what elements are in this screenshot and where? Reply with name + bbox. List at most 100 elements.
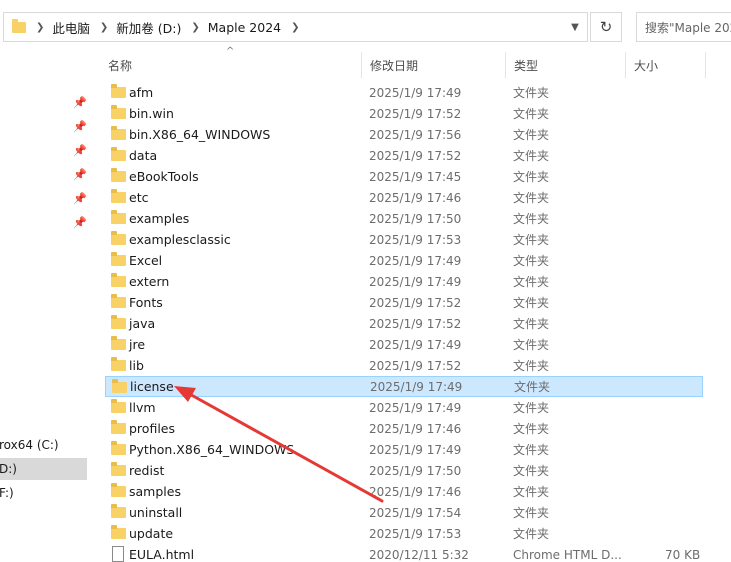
file-type: 文件夹 <box>513 506 550 520</box>
list-item[interactable]: update 2025/1/9 17:53 文件夹 <box>105 523 703 544</box>
pin-icon[interactable]: 📌 <box>73 216 87 229</box>
file-name: uninstall <box>129 505 183 520</box>
folder-icon <box>111 231 126 245</box>
list-item[interactable]: profiles 2025/1/9 17:46 文件夹 <box>105 418 703 439</box>
nav-item-drive-c[interactable]: rox64 (C:) <box>0 434 87 456</box>
file-name: update <box>129 526 174 541</box>
folder-icon <box>111 126 126 140</box>
nav-item-label: F:) <box>0 486 14 500</box>
address-bar[interactable]: ❯ 此电脑 ❯ 新加卷 (D:) ❯ Maple 2024 ❯ ▼ <box>3 12 588 42</box>
file-modified-date: 2025/1/9 17:52 <box>369 358 462 373</box>
list-item[interactable]: afm 2025/1/9 17:49 文件夹 <box>105 82 703 103</box>
chevron-right-icon[interactable]: ❯ <box>191 22 199 33</box>
column-header-size[interactable]: 大小 <box>626 52 706 78</box>
file-modified-date: 2025/1/9 17:52 <box>369 295 462 310</box>
file-type: 文件夹 <box>513 233 550 247</box>
file-name: lib <box>129 358 144 373</box>
list-item[interactable]: EULA.html 2020/12/11 5:32 Chrome HTML D...… <box>105 544 703 562</box>
folder-icon <box>112 379 127 393</box>
folder-icon <box>111 168 126 182</box>
file-name: profiles <box>129 421 175 436</box>
file-modified-date: 2020/12/11 5:32 <box>369 547 469 562</box>
pin-icon[interactable]: 📌 <box>73 168 87 181</box>
file-name: Fonts <box>129 295 163 310</box>
chevron-right-icon[interactable]: ❯ <box>291 22 299 33</box>
list-item[interactable]: jre 2025/1/9 17:49 文件夹 <box>105 334 703 355</box>
folder-icon <box>111 210 126 224</box>
list-item[interactable]: samples 2025/1/9 17:46 文件夹 <box>105 481 703 502</box>
file-modified-date: 2025/1/9 17:53 <box>369 526 462 541</box>
list-item-selected[interactable]: license 2025/1/9 17:49 文件夹 <box>105 376 703 397</box>
file-name: etc <box>129 190 149 205</box>
file-type: 文件夹 <box>513 275 550 289</box>
file-modified-date: 2025/1/9 17:46 <box>369 190 462 205</box>
breadcrumb-drive-d[interactable]: 新加卷 (D:) <box>116 18 181 37</box>
list-item[interactable]: examplesclassic 2025/1/9 17:53 文件夹 <box>105 229 703 250</box>
file-type: 文件夹 <box>513 338 550 352</box>
list-item[interactable]: redist 2025/1/9 17:50 文件夹 <box>105 460 703 481</box>
chevron-down-icon: ▼ <box>571 21 579 33</box>
file-type: 文件夹 <box>514 380 551 394</box>
breadcrumb-maple-2024[interactable]: Maple 2024 <box>208 20 281 35</box>
nav-item-label: D:) <box>0 462 17 476</box>
nav-item-drive-f[interactable]: F:) <box>0 482 87 504</box>
file-type: 文件夹 <box>513 107 550 121</box>
list-item[interactable]: Fonts 2025/1/9 17:52 文件夹 <box>105 292 703 313</box>
file-name: bin.win <box>129 106 174 121</box>
column-header-label: 大小 <box>634 58 659 73</box>
file-name: EULA.html <box>129 547 195 562</box>
file-name: afm <box>129 85 154 100</box>
file-name: examples <box>129 211 190 226</box>
list-item[interactable]: Python.X86_64_WINDOWS 2025/1/9 17:49 文件夹 <box>105 439 703 460</box>
file-modified-date: 2025/1/9 17:46 <box>369 421 462 436</box>
column-header-label: 类型 <box>514 58 539 73</box>
html-file-icon <box>112 546 124 562</box>
file-name: redist <box>129 463 165 478</box>
file-name: bin.X86_64_WINDOWS <box>129 127 271 142</box>
breadcrumb-this-pc[interactable]: 此电脑 <box>52 18 90 37</box>
folder-icon <box>111 273 126 287</box>
address-toolbar: ❯ 此电脑 ❯ 新加卷 (D:) ❯ Maple 2024 ❯ ▼ ↻ 搜索"M… <box>0 0 731 52</box>
list-item[interactable]: Excel 2025/1/9 17:49 文件夹 <box>105 250 703 271</box>
list-item[interactable]: extern 2025/1/9 17:49 文件夹 <box>105 271 703 292</box>
folder-icon <box>111 105 126 119</box>
pin-icon[interactable]: 📌 <box>73 144 87 157</box>
chevron-right-icon[interactable]: ❯ <box>36 22 44 33</box>
file-modified-date: 2025/1/9 17:52 <box>369 316 462 331</box>
file-modified-date: 2025/1/9 17:56 <box>369 127 462 142</box>
folder-icon <box>12 18 26 33</box>
pin-icon[interactable]: 📌 <box>73 96 87 109</box>
file-type: 文件夹 <box>513 191 550 205</box>
list-item[interactable]: data 2025/1/9 17:52 文件夹 <box>105 145 703 166</box>
pin-icon[interactable]: 📌 <box>73 120 87 133</box>
file-type: 文件夹 <box>513 170 550 184</box>
search-placeholder: 搜索"Maple 2024" <box>645 20 731 35</box>
folder-icon <box>111 504 126 518</box>
list-item[interactable]: uninstall 2025/1/9 17:54 文件夹 <box>105 502 703 523</box>
list-item[interactable]: java 2025/1/9 17:52 文件夹 <box>105 313 703 334</box>
column-header-type[interactable]: 类型 <box>506 52 626 78</box>
column-header-name[interactable]: 名称 <box>100 52 362 78</box>
file-type: 文件夹 <box>513 86 550 100</box>
list-item[interactable]: bin.win 2025/1/9 17:52 文件夹 <box>105 103 703 124</box>
pin-icon[interactable]: 📌 <box>73 192 87 205</box>
file-modified-date: 2025/1/9 17:49 <box>370 379 463 394</box>
file-type: 文件夹 <box>513 317 550 331</box>
list-item[interactable]: lib 2025/1/9 17:52 文件夹 <box>105 355 703 376</box>
search-input[interactable]: 搜索"Maple 2024" <box>636 12 731 42</box>
list-item[interactable]: bin.X86_64_WINDOWS 2025/1/9 17:56 文件夹 <box>105 124 703 145</box>
file-type: 文件夹 <box>513 443 550 457</box>
list-item[interactable]: etc 2025/1/9 17:46 文件夹 <box>105 187 703 208</box>
chevron-right-icon[interactable]: ❯ <box>100 22 108 33</box>
refresh-button[interactable]: ↻ <box>590 12 622 42</box>
file-modified-date: 2025/1/9 17:49 <box>369 400 462 415</box>
column-header-date[interactable]: 修改日期 <box>362 52 506 78</box>
list-item[interactable]: examples 2025/1/9 17:50 文件夹 <box>105 208 703 229</box>
file-type: 文件夹 <box>513 128 550 142</box>
file-name: data <box>129 148 158 163</box>
address-history-button[interactable]: ▼ <box>560 13 590 41</box>
list-item[interactable]: eBookTools 2025/1/9 17:45 文件夹 <box>105 166 703 187</box>
list-item[interactable]: llvm 2025/1/9 17:49 文件夹 <box>105 397 703 418</box>
folder-icon <box>111 189 126 203</box>
nav-item-drive-d[interactable]: D:) <box>0 458 87 480</box>
